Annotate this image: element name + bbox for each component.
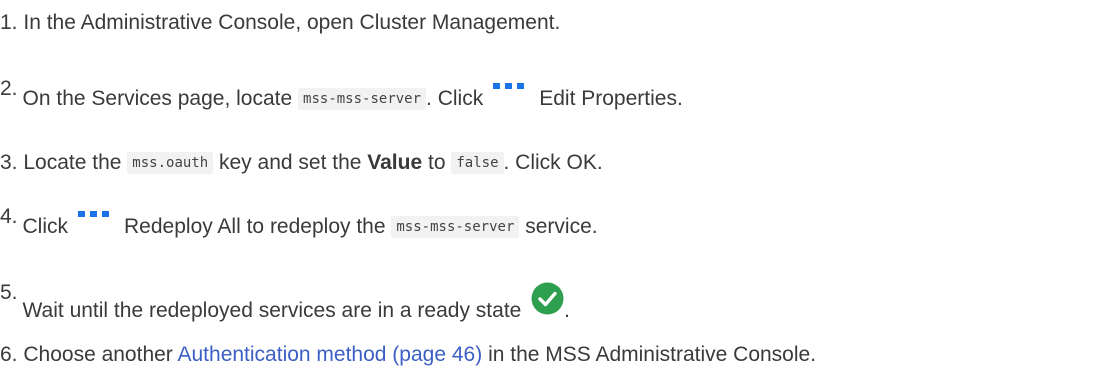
step-text: Click (22, 215, 69, 238)
step-2: 2. On the Services page, locate mss-mss-s… (0, 78, 683, 110)
value-label: Value (367, 151, 423, 174)
authentication-method-link[interactable]: Authentication method (page 46) (178, 343, 483, 366)
step-number: 2. (0, 77, 18, 100)
step-text: service. (525, 215, 598, 238)
step-text: In the Administrative Console, open Clus… (23, 11, 561, 34)
service-name-code: mss-mss-server (298, 88, 427, 110)
value-code: false (451, 152, 504, 174)
more-options-icon[interactable] (76, 206, 110, 220)
step-text: . Click (426, 87, 484, 110)
service-name-code: mss-mss-server (391, 216, 520, 238)
check-circle-icon (531, 282, 564, 315)
more-options-icon[interactable] (491, 78, 525, 92)
step-text: to (428, 151, 446, 174)
step-number: 3. (0, 151, 18, 174)
step-number: 1. (0, 11, 18, 34)
step-text: On the Services page, locate (22, 87, 293, 110)
step-text: key and set the (219, 151, 362, 174)
step-5: 5.Wait until the redeployed services are… (0, 282, 570, 321)
step-text: Locate the (23, 151, 122, 174)
step-text: in the MSS Administrative Console. (488, 343, 817, 366)
step-text: . Click OK. (503, 151, 603, 174)
step-number: 6. (0, 343, 18, 366)
step-number: 5. (0, 281, 18, 304)
step-text: Choose another (23, 343, 173, 366)
step-text: Redeploy All to redeploy the (124, 215, 386, 238)
step-3: 3. Locate the mss.oauth key and set the … (0, 151, 603, 174)
step-number: 4. (0, 205, 18, 228)
step-1: 1. In the Administrative Console, open C… (0, 12, 560, 33)
step-4: 4. Click Redeploy All to redeploy the mss-… (0, 206, 598, 238)
step-text: Wait until the redeployed services are i… (22, 299, 522, 322)
step-6: 6. Choose another Authentication method … (0, 344, 816, 365)
key-code: mss.oauth (127, 152, 214, 174)
step-text: Edit Properties. (539, 87, 683, 110)
step-text: . (564, 299, 571, 322)
